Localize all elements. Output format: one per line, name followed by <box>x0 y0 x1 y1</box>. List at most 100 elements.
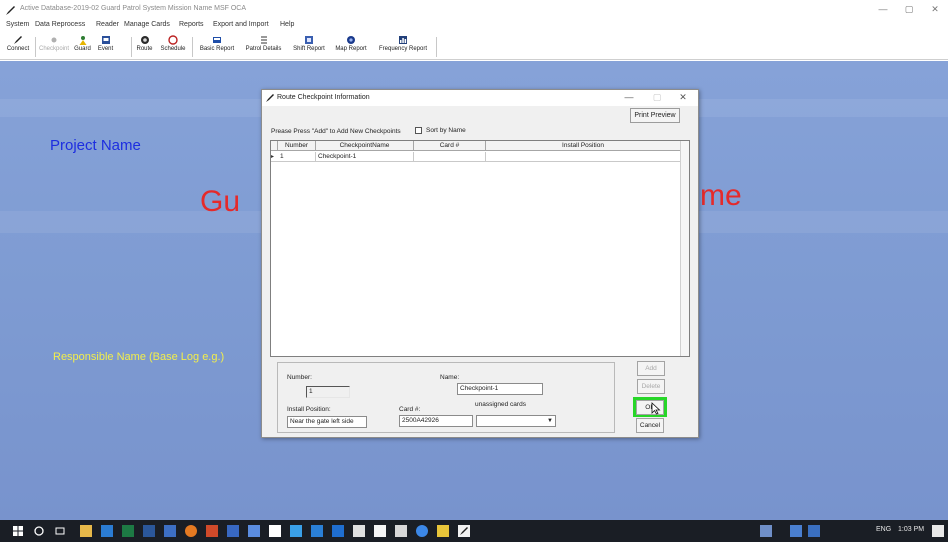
excel-icon[interactable] <box>122 525 134 537</box>
toolbar-label: Checkpoint <box>38 46 70 52</box>
system-title-right: me <box>700 179 742 212</box>
menu-reports[interactable]: Reports <box>179 21 204 28</box>
tray-icon[interactable] <box>760 525 772 537</box>
checkpoint-icon <box>51 37 57 43</box>
internet-explorer-icon[interactable] <box>416 525 428 537</box>
dialog-close-button[interactable]: ✕ <box>676 92 690 103</box>
report-icon <box>213 37 221 43</box>
outlook-icon[interactable] <box>101 525 113 537</box>
menu-export-import[interactable]: Export and Import <box>213 21 269 28</box>
windows-start-icon[interactable] <box>12 525 24 537</box>
print-preview-button[interactable]: Print Preview <box>630 108 680 123</box>
taskbar: ENG 1:03 PM <box>0 520 948 542</box>
task-view-icon[interactable] <box>54 525 66 537</box>
pen-icon <box>6 6 15 15</box>
language-indicator[interactable]: ENG <box>876 526 891 533</box>
grid-corner <box>271 141 278 151</box>
column-header-card[interactable]: Card # <box>414 141 486 151</box>
card-label: Card #: <box>399 406 421 413</box>
number-label: Number: <box>287 374 312 381</box>
cell-card[interactable] <box>414 152 486 162</box>
toolbar-separator <box>436 37 437 57</box>
cell-checkpoint-name[interactable]: Checkpoint-1 <box>316 152 414 162</box>
pen-icon <box>14 36 22 44</box>
details-icon <box>260 36 267 44</box>
app-icon[interactable] <box>437 525 449 537</box>
maximize-button[interactable]: ▢ <box>902 4 916 15</box>
column-header-checkpoint-name[interactable]: CheckpointName <box>316 141 414 151</box>
document-icon[interactable] <box>269 525 281 537</box>
volume-icon[interactable] <box>808 525 820 537</box>
row-selector-icon: ▸ <box>271 154 275 160</box>
column-header-install-position[interactable]: Install Position <box>486 141 681 151</box>
pen-icon <box>266 94 274 102</box>
add-button[interactable]: Add <box>637 361 665 376</box>
menu-help[interactable]: Help <box>280 21 294 28</box>
app-icon[interactable] <box>227 525 239 537</box>
powerpoint-icon[interactable] <box>206 525 218 537</box>
toolbar-basic-report[interactable]: Basic Report <box>195 35 239 59</box>
toolbar-label: Shift Report <box>293 46 325 52</box>
app-icon[interactable] <box>311 525 323 537</box>
network-icon[interactable] <box>790 525 802 537</box>
chevron-down-icon[interactable]: ▼ <box>546 417 554 425</box>
route-checkpoint-dialog: Route Checkpoint Information — ▢ ✕ Print… <box>261 89 699 438</box>
column-header-number[interactable]: Number <box>278 141 316 151</box>
toolbar-separator <box>192 37 193 57</box>
toolbar-shift-report[interactable]: Shift Report <box>288 35 330 59</box>
toolbar-label: Frequency Report <box>378 46 428 52</box>
app-icon[interactable] <box>353 525 365 537</box>
toolbar-label: Map Report <box>335 46 367 52</box>
name-field[interactable]: Checkpoint-1 <box>457 383 543 395</box>
toolbar-label: Guard <box>74 46 91 52</box>
toolbar-separator <box>131 37 132 57</box>
notification-icon[interactable] <box>932 525 944 537</box>
search-icon[interactable] <box>33 525 45 537</box>
toolbar-label: Basic Report <box>199 46 235 52</box>
toolbar-schedule[interactable]: Schedule <box>156 35 190 59</box>
menu-system[interactable]: System <box>6 21 29 28</box>
menu-manage-cards[interactable]: Manage Cards <box>124 21 170 28</box>
delete-button[interactable]: Delete <box>637 379 665 394</box>
app-icon[interactable] <box>248 525 260 537</box>
app-icon[interactable] <box>164 525 176 537</box>
grid-scrollbar[interactable] <box>680 141 689 356</box>
toolbar-guard[interactable]: Guard <box>71 35 94 59</box>
toolbar-label: Route <box>136 46 153 52</box>
file-explorer-icon[interactable] <box>80 525 92 537</box>
card-field[interactable]: 2500A42926 <box>399 415 473 427</box>
app-icon[interactable] <box>395 525 407 537</box>
toolbar-checkpoint[interactable]: Checkpoint <box>37 35 71 59</box>
dialog-minimize-button[interactable]: — <box>622 92 636 102</box>
cell-number[interactable]: 1 <box>278 152 316 162</box>
menu-data-reprocess[interactable]: Data Reprocess <box>35 21 85 28</box>
word-icon[interactable] <box>143 525 155 537</box>
menu-reader[interactable]: Reader <box>96 21 119 28</box>
close-button[interactable]: ✕ <box>928 4 942 15</box>
dialog-maximize-button[interactable]: ▢ <box>650 92 664 103</box>
clock[interactable]: 1:03 PM <box>898 526 924 533</box>
edge-icon[interactable] <box>332 525 344 537</box>
toolbar-map-report[interactable]: Map Report <box>331 35 371 59</box>
install-position-field[interactable]: Near the gate left side <box>287 416 367 428</box>
toolbar-connect[interactable]: Connect <box>3 35 33 59</box>
unassigned-cards-label: unassigned cards <box>475 401 526 408</box>
toolbar-patrol-details[interactable]: Patrol Details <box>241 35 286 59</box>
unassigned-cards-select[interactable]: ▼ <box>476 415 556 427</box>
app-icon[interactable] <box>374 525 386 537</box>
add-hint-text: Prease Press "Add" to Add New Checkpoint… <box>271 128 401 135</box>
toolbar-frequency-report[interactable]: Frequency Report <box>373 35 433 59</box>
pen-icon[interactable] <box>458 525 470 537</box>
app-icon[interactable] <box>290 525 302 537</box>
table-row[interactable]: ▸ 1 Checkpoint-1 <box>271 152 681 162</box>
project-name: Project Name <box>50 137 141 154</box>
schedule-icon <box>168 35 178 45</box>
minimize-button[interactable]: — <box>876 4 890 14</box>
checkpoint-grid[interactable]: Number CheckpointName Card # Install Pos… <box>270 140 690 357</box>
toolbar-event[interactable]: Event <box>94 35 117 59</box>
toolbar-route[interactable]: Route <box>133 35 156 59</box>
cell-install-position[interactable] <box>486 152 681 162</box>
cancel-button[interactable]: Cancel <box>636 418 664 433</box>
sort-by-name-checkbox[interactable] <box>415 127 422 134</box>
firefox-icon[interactable] <box>185 525 197 537</box>
